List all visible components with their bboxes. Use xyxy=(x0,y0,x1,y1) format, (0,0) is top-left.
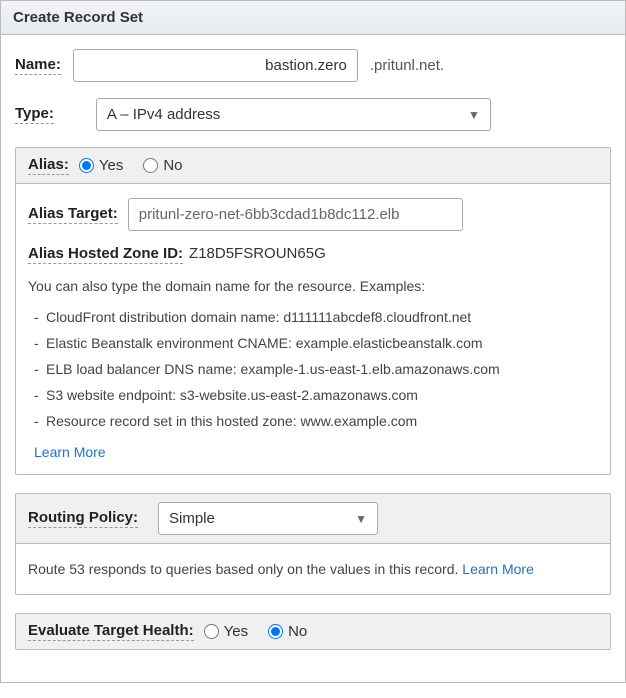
routing-selected-value: Simple xyxy=(169,510,215,527)
routing-select[interactable]: Simple ▼ xyxy=(158,502,378,535)
type-selected-value: A – IPv4 address xyxy=(107,106,220,123)
alias-no-radio[interactable] xyxy=(143,158,158,173)
alias-no-option[interactable]: No xyxy=(143,157,182,174)
routing-desc: Route 53 responds to queries based only … xyxy=(16,544,610,594)
alias-header: Alias: Yes No xyxy=(16,148,610,184)
name-input[interactable] xyxy=(73,49,358,82)
alias-target-label: Alias Target: xyxy=(28,205,118,224)
alias-yes-option[interactable]: Yes xyxy=(79,157,123,174)
chevron-down-icon: ▼ xyxy=(468,108,480,122)
alias-target-input[interactable] xyxy=(128,198,463,231)
routing-learn-more-link[interactable]: Learn More xyxy=(462,561,534,577)
routing-label: Routing Policy: xyxy=(28,509,138,528)
name-label: Name: xyxy=(15,56,61,75)
routing-panel: Routing Policy: Simple ▼ Route 53 respon… xyxy=(15,493,611,595)
alias-body: Alias Target: Alias Hosted Zone ID: Z18D… xyxy=(16,184,610,474)
alias-panel: Alias: Yes No Alias Target: xyxy=(15,147,611,475)
eval-health-radio-group: Yes No xyxy=(204,623,308,640)
routing-header: Routing Policy: Simple ▼ xyxy=(16,494,610,544)
eval-health-panel: Evaluate Target Health: Yes No xyxy=(15,613,611,650)
alias-label: Alias: xyxy=(28,156,69,175)
panel-body: Name: .pritunl.net. Type: A – IPv4 addre… xyxy=(1,35,625,682)
create-record-set-panel: Create Record Set Name: .pritunl.net. Ty… xyxy=(0,0,626,683)
type-label: Type: xyxy=(15,105,54,124)
alias-hosted-zone-row: Alias Hosted Zone ID: Z18D5FSROUN65G xyxy=(28,245,598,264)
type-row: Type: A – IPv4 address ▼ xyxy=(15,98,611,131)
eval-health-no-option[interactable]: No xyxy=(268,623,307,640)
routing-desc-text: Route 53 responds to queries based only … xyxy=(28,561,462,577)
list-item: Elastic Beanstalk environment CNAME: exa… xyxy=(34,330,598,356)
eval-health-header: Evaluate Target Health: Yes No xyxy=(16,614,610,649)
eval-health-yes-radio[interactable] xyxy=(204,624,219,639)
name-row: Name: .pritunl.net. xyxy=(15,49,611,82)
alias-hosted-zone-value: Z18D5FSROUN65G xyxy=(189,245,326,264)
list-item: ELB load balancer DNS name: example-1.us… xyxy=(34,356,598,382)
list-item: Resource record set in this hosted zone:… xyxy=(34,408,598,434)
panel-title: Create Record Set xyxy=(1,1,625,35)
alias-target-row: Alias Target: xyxy=(28,198,598,231)
alias-learn-more-link[interactable]: Learn More xyxy=(28,444,106,460)
alias-radio-group: Yes No xyxy=(79,157,183,174)
eval-health-yes-option[interactable]: Yes xyxy=(204,623,248,640)
list-item: CloudFront distribution domain name: d11… xyxy=(34,304,598,330)
alias-help-text: You can also type the domain name for th… xyxy=(28,278,598,294)
alias-hosted-zone-label: Alias Hosted Zone ID: xyxy=(28,245,183,264)
eval-health-no-radio[interactable] xyxy=(268,624,283,639)
type-select[interactable]: A – IPv4 address ▼ xyxy=(96,98,491,131)
alias-yes-radio[interactable] xyxy=(79,158,94,173)
list-item: S3 website endpoint: s3-website.us-east-… xyxy=(34,382,598,408)
alias-examples-list: CloudFront distribution domain name: d11… xyxy=(28,304,598,434)
name-suffix: .pritunl.net. xyxy=(370,57,444,74)
chevron-down-icon: ▼ xyxy=(355,512,367,526)
eval-health-label: Evaluate Target Health: xyxy=(28,622,194,641)
